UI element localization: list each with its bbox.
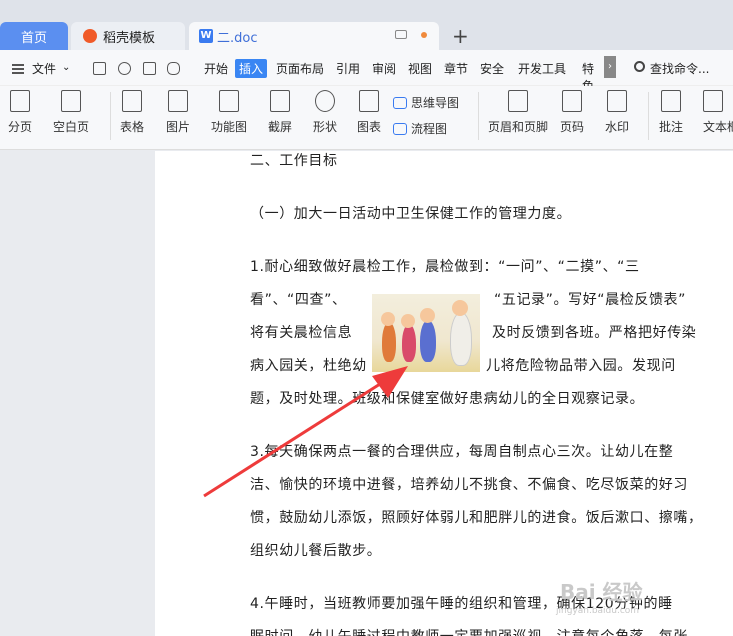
arrow-head <box>372 366 408 398</box>
baidu-watermark: Bai 经验 <box>560 580 643 604</box>
annotation-arrow <box>203 366 408 498</box>
arrow-shaft <box>203 382 381 498</box>
baidu-watermark-url: jingyan.baidu.com <box>556 606 640 616</box>
